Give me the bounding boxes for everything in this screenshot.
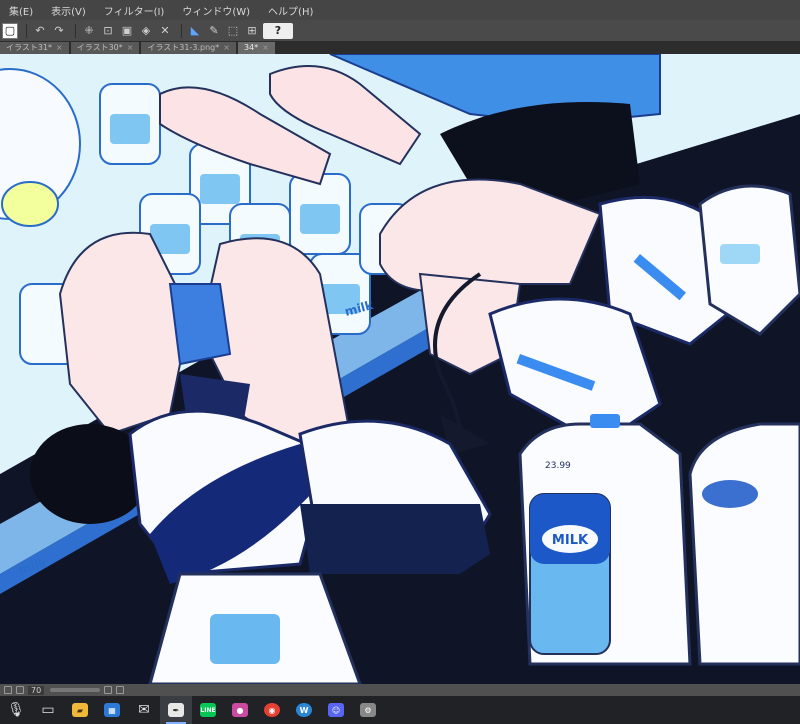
clip-studio-icon[interactable]: ✒ [160,696,192,724]
transform-icon[interactable]: ⬚ [225,23,241,39]
toolbar-divider [75,23,76,38]
toolbar-divider [26,23,27,38]
bubble-gum [1,181,59,227]
milk-jug [688,422,800,666]
price-text: 23.99 [545,461,571,471]
rotate-icon[interactable] [104,686,113,694]
help-button[interactable]: ? [263,22,293,39]
toolbar-divider [181,23,182,38]
jug-cap [590,414,620,428]
wacom-icon[interactable]: W [288,696,320,724]
redo-icon[interactable]: ↷ [51,23,67,39]
tab-illust31[interactable]: イラスト31* × [0,42,69,54]
tab-illust31-3[interactable]: イラスト31-3.png* × [141,42,236,54]
command-bar: ▢ ↶ ↷ ⁜ ⊡ ▣ ◈ ✕ ◣ ✎ ⬚ ⊞ ? [0,20,800,41]
zoom-slider[interactable] [50,688,101,692]
chrome-icon[interactable]: ◉ [256,696,288,724]
microphone-icon[interactable]: 🎙 [0,696,32,724]
drawing-canvas[interactable]: milk milk MILK 23.99 [0,54,800,684]
line-label: LINE [200,703,216,717]
fit-icon[interactable] [16,686,24,694]
fill-icon[interactable]: ◈ [138,23,154,39]
flip-icon[interactable] [116,686,125,694]
tab-label: イラスト31-3.png* [147,43,220,52]
app-window: 集(E) 表示(V) フィルター(I) ウィンドウ(W) ヘルプ(H) ▢ ↶ … [0,0,800,724]
discord-icon[interactable]: ☺ [320,696,352,724]
artwork-illustration: milk milk MILK 23.99 [0,54,800,684]
settings-icon[interactable]: ⚙ [352,696,384,724]
jug-label [210,614,280,664]
paint-icon[interactable]: ● [224,696,256,724]
close-icon[interactable]: × [56,42,63,54]
undo-icon[interactable]: ↶ [32,23,48,39]
wacom-label: W [296,703,312,717]
menu-bar: 集(E) 表示(V) フィルター(I) ウィンドウ(W) ヘルプ(H) [0,0,800,20]
menu-edit[interactable]: 集(E) [0,3,42,18]
new-canvas-icon[interactable]: ▢ [2,22,18,39]
tab-label: イラスト30* [76,43,123,52]
ruler-icon[interactable]: ◣ [187,23,203,39]
store-icon[interactable]: ▦ [96,696,128,724]
tab-label: 34* [243,43,259,52]
clear-icon[interactable]: ✕ [157,23,173,39]
close-icon[interactable]: × [223,42,230,54]
taskbar: 🎙 ▭ ▰ ▦ ✉ ✒ LINE ● ◉ W ☺ ⚙ [0,696,800,724]
file-explorer-icon[interactable]: ▰ [64,696,96,724]
tab-label: イラスト31* [6,43,53,52]
zoom-value[interactable]: 70 [28,685,45,695]
milk-label: MILK [552,533,589,548]
line-icon[interactable]: LINE [192,696,224,724]
selection-icon[interactable]: ⁜ [81,23,97,39]
menu-window[interactable]: ウィンドウ(W) [173,3,259,18]
menu-filter[interactable]: フィルター(I) [95,3,174,18]
mail-icon[interactable]: ✉ [128,696,160,724]
status-bar: 70 [0,684,800,696]
menu-view[interactable]: 表示(V) [42,3,95,18]
jug-label [720,244,760,264]
navigator-icon[interactable] [4,686,12,694]
document-tabs: イラスト31* × イラスト30* × イラスト31-3.png* × 34* × [0,41,800,54]
tab-illust30[interactable]: イラスト30* × [70,42,140,54]
jug-cap [702,480,758,508]
close-icon[interactable]: × [262,42,269,54]
task-view-icon[interactable]: ▭ [32,696,64,724]
close-icon[interactable]: × [127,42,134,54]
stamp-icon[interactable]: ▣ [119,23,135,39]
sneaker-sole [300,504,490,574]
tab-34[interactable]: 34* × [237,42,275,54]
menu-help[interactable]: ヘルプ(H) [259,3,322,18]
mask-icon[interactable]: ⊞ [244,23,260,39]
deselect-icon[interactable]: ⊡ [100,23,116,39]
pen-icon[interactable]: ✎ [206,23,222,39]
shorts [168,283,232,366]
